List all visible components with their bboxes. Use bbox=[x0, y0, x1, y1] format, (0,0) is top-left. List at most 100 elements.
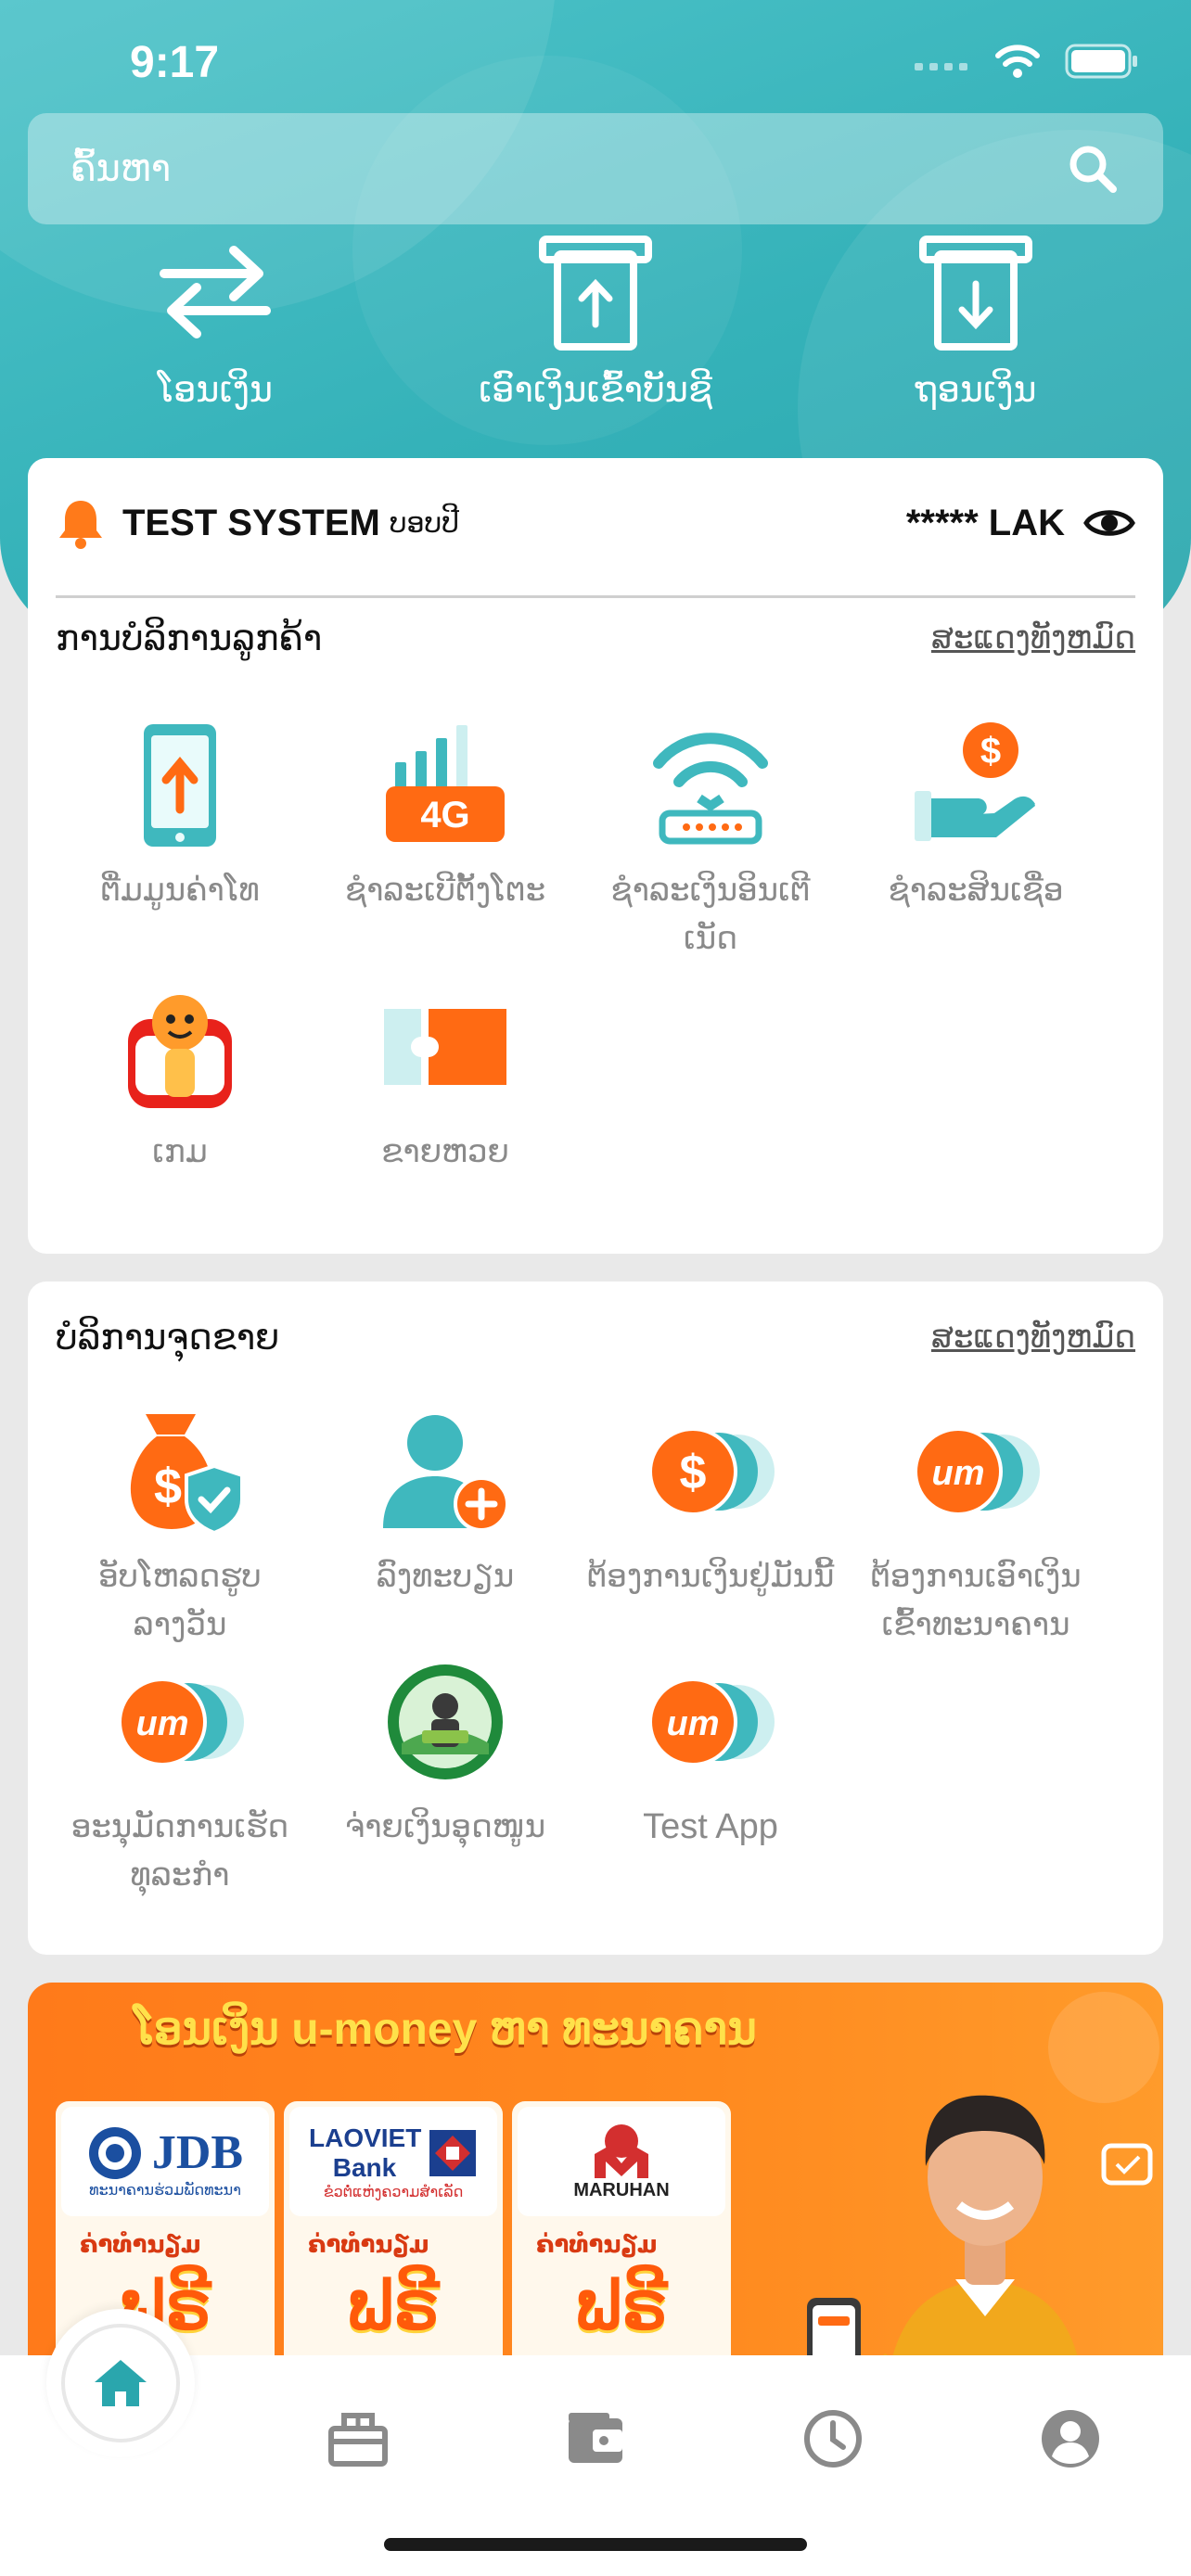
lottery-ticket-icon bbox=[384, 1009, 506, 1085]
battery-icon bbox=[1065, 44, 1137, 79]
app-screen: 9:17 ຄົ້ນຫາ ໂອນເງິນ ເອົາເງິນເຂົ້າບັນຊີ ຖ… bbox=[0, 0, 1191, 2576]
transfer-label: ໂອນເງິນ bbox=[157, 369, 274, 410]
deposit-label: ເອົາເງິນເຂົ້າບັນຊີ bbox=[479, 369, 712, 410]
laoviet-emblem-icon bbox=[429, 2129, 476, 2176]
maruhan-logo: MARUHAN bbox=[518, 2107, 725, 2216]
laoviet-logo: LAOVIET Bank ຂໍວຕໍ່ແຫ່ງຄວາມສໍາເລັດ bbox=[289, 2107, 497, 2216]
service-test-app[interactable]: um Test App bbox=[577, 1652, 844, 1851]
service-approve-transaction[interactable]: um ອະນຸມັດການເຮັດທຸລະກຳ bbox=[46, 1652, 314, 1899]
dollar-coins-icon: $ bbox=[648, 1427, 775, 1516]
service-bank-deposit[interactable]: um ຕ້ອງການເອົາເງິນເຂົ້າທະນາຄານ bbox=[842, 1402, 1109, 1649]
svg-text:$: $ bbox=[680, 1446, 707, 1499]
svg-text:$: $ bbox=[980, 731, 1001, 772]
service-credit[interactable]: $ ຊຳລະສິນເຊື່ອ bbox=[842, 716, 1109, 914]
status-time: 9:17 bbox=[130, 38, 220, 87]
account-suffix: ບອບປີ bbox=[389, 506, 460, 540]
wifi-icon bbox=[995, 45, 1040, 78]
service-phone-topup[interactable]: ຕື່ມມູນຄ່າໂທ bbox=[46, 716, 314, 914]
tab-home[interactable] bbox=[46, 2309, 195, 2457]
tab-rewards[interactable] bbox=[321, 2402, 395, 2476]
search-input[interactable]: ຄົ້ນຫາ bbox=[70, 147, 1065, 190]
gift-icon bbox=[328, 2413, 388, 2467]
agent-services-show-all[interactable]: ສະແດງທັງຫມົດ bbox=[931, 1319, 1135, 1356]
jdb-name: JDB bbox=[151, 2126, 244, 2179]
service-internet-label: ຊຳລະເງິນອິນເຕີເນັດ bbox=[610, 872, 811, 957]
laoviet-tagline: ຂໍວຕໍ່ແຫ່ງຄວາມສໍາເລັດ bbox=[323, 2182, 464, 2200]
hand-coin-icon: $ bbox=[915, 722, 1035, 841]
wallet-icon bbox=[569, 2413, 622, 2463]
tab-history[interactable] bbox=[796, 2402, 870, 2476]
customer-services-show-all[interactable]: ສະແດງທັງຫມົດ bbox=[931, 619, 1135, 657]
divider bbox=[56, 595, 1135, 598]
user-add-icon bbox=[383, 1415, 509, 1532]
umoney-coins-icon: um bbox=[118, 1677, 244, 1766]
svg-text:um: um bbox=[932, 1454, 985, 1493]
service-register[interactable]: ລົງທະບຽນ bbox=[312, 1402, 579, 1600]
search-bar[interactable]: ຄົ້ນຫາ bbox=[28, 113, 1163, 224]
agent-services-card: ບໍລິການຈຸດຂາຍ ສະແດງທັງຫມົດ $ ອັບໂຫລດຮູບລ… bbox=[28, 1282, 1163, 1955]
phone-topup-icon bbox=[144, 724, 216, 847]
service-game-label: ເກມ bbox=[152, 1133, 208, 1170]
service-need-cash[interactable]: $ ຕ້ອງການເງິນຢູ່ມັນນີ້ bbox=[577, 1402, 844, 1600]
jdb-logo: JDB ທະນາຄານຮ່ວມພັດທະນາ bbox=[61, 2107, 269, 2216]
account-summary: TEST SYSTEM ບອບປີ ***** LAK bbox=[56, 495, 1135, 551]
svg-text:um: um bbox=[136, 1704, 189, 1743]
umoney-coins-icon: um bbox=[914, 1427, 1040, 1516]
svg-text:$: $ bbox=[154, 1459, 182, 1514]
game-mascot-icon bbox=[128, 995, 232, 1108]
wifi-router-icon bbox=[653, 733, 768, 845]
account-balance: ***** LAK bbox=[905, 502, 1065, 543]
service-bank-deposit-label: ຕ້ອງການເອົາເງິນເຂົ້າທະນາຄານ bbox=[870, 1558, 1082, 1643]
service-register-label: ລົງທະບຽນ bbox=[376, 1558, 515, 1595]
eye-icon[interactable] bbox=[1083, 504, 1135, 542]
money-bag-shield-icon: $ bbox=[130, 1414, 244, 1536]
tab-wallet[interactable] bbox=[558, 2402, 633, 2476]
cellular-signal-icon bbox=[915, 63, 967, 70]
subsidy-seal-icon bbox=[388, 1664, 503, 1779]
service-landline[interactable]: 4G ຊຳລະເບີຕັ້ງໂຕະ bbox=[312, 716, 579, 914]
status-icons bbox=[915, 43, 1139, 80]
service-upload-reward[interactable]: $ ອັບໂຫລດຮູບລາງວັນ bbox=[46, 1402, 314, 1649]
service-game[interactable]: ເກມ bbox=[46, 977, 314, 1176]
service-lottery-label: ຂາຍຫວຍ bbox=[381, 1133, 509, 1170]
withdraw-label: ຖອນເງິນ bbox=[915, 369, 1037, 410]
service-internet[interactable]: ຊຳລະເງິນອິນເຕີເນັດ bbox=[577, 716, 844, 963]
service-lottery[interactable]: ຂາຍຫວຍ bbox=[312, 977, 579, 1176]
service-approve-transaction-label: ອະນຸມັດການເຮັດທຸລະກຳ bbox=[70, 1808, 289, 1894]
service-subsidy-payment[interactable]: ຈ່າຍເງິນອຸດໜູນ bbox=[312, 1652, 579, 1851]
service-landline-label: ຊຳລະເບີຕັ້ງໂຕະ bbox=[344, 872, 546, 909]
profile-icon bbox=[1042, 2410, 1099, 2468]
deposit-button[interactable]: ເອົາເງິນເຂົ້າບັນຊີ bbox=[429, 232, 762, 410]
withdraw-button[interactable]: ຖອນເງິນ bbox=[809, 232, 1143, 410]
home-indicator bbox=[384, 2538, 807, 2551]
deposit-icon bbox=[539, 236, 652, 351]
jdb-emblem-icon bbox=[88, 2126, 141, 2179]
svg-text:um: um bbox=[667, 1704, 720, 1743]
maruhan-name: MARUHAN bbox=[573, 2179, 670, 2200]
transfer-arrows-icon bbox=[160, 246, 271, 338]
laoviet-name: LAOVIET Bank bbox=[309, 2123, 422, 2182]
home-icon bbox=[95, 2360, 147, 2406]
tab-profile[interactable] bbox=[1033, 2402, 1108, 2476]
service-upload-reward-label: ອັບໂຫລດຮູບລາງວັນ bbox=[98, 1558, 262, 1643]
account-name: TEST SYSTEM bbox=[122, 502, 380, 543]
customer-services-card: TEST SYSTEM ບອບປີ ***** LAK ການບໍລິການລູ… bbox=[28, 458, 1163, 1254]
history-clock-icon bbox=[804, 2410, 862, 2468]
withdraw-icon bbox=[919, 236, 1032, 351]
fee-label: ຄ່າທຳນຽມ bbox=[308, 2231, 429, 2259]
search-icon[interactable] bbox=[1065, 141, 1121, 197]
maruhan-emblem-icon bbox=[594, 2123, 648, 2178]
banner-headline: ໂອນເງິນ u-money ຫາ ທະນາຄານ bbox=[134, 2005, 757, 2054]
service-credit-label: ຊຳລະສິນເຊື່ອ bbox=[888, 872, 1064, 909]
free-label: ຟຣີ bbox=[347, 2269, 440, 2343]
service-phone-topup-label: ຕື່ມມູນຄ່າໂທ bbox=[100, 872, 260, 909]
service-test-app-label: Test App bbox=[643, 1807, 778, 1846]
transfer-button[interactable]: ໂອນເງິນ bbox=[48, 232, 382, 410]
bell-icon[interactable] bbox=[56, 497, 106, 549]
service-subsidy-payment-label: ຈ່າຍເງິນອຸດໜູນ bbox=[344, 1808, 546, 1845]
fee-label: ຄ່າທຳນຽມ bbox=[80, 2231, 201, 2259]
agent-services-title: ບໍລິການຈຸດຂາຍ bbox=[56, 1317, 280, 1358]
4g-signal-icon: 4G bbox=[386, 725, 505, 842]
fee-label: ຄ່າທຳນຽມ bbox=[536, 2231, 658, 2259]
umoney-coins-icon: um bbox=[648, 1677, 775, 1766]
